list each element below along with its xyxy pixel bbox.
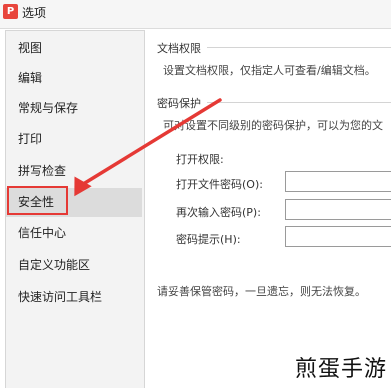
security-highlight-box: [7, 186, 68, 215]
watermark-text: 煎蛋手游: [294, 357, 387, 382]
password-warning-note: 请妥善保管密码，一旦遗忘，则无法恢复。: [157, 285, 366, 298]
sidebar-item-general-save[interactable]: 常规与保存: [6, 94, 142, 123]
sidebar-item-print[interactable]: 打印: [6, 125, 142, 154]
password-protection-description: 可对设置不同级别的密码保护，可以为您的文: [163, 119, 383, 132]
sidebar-item-edit[interactable]: 编辑: [6, 64, 142, 93]
password-protection-divider: [207, 102, 391, 103]
doc-permission-divider: [207, 47, 391, 48]
confirm-password-input[interactable]: [285, 199, 391, 220]
app-logo-icon: P: [3, 4, 18, 19]
sidebar-item-view[interactable]: 视图: [6, 34, 142, 63]
open-password-input[interactable]: [285, 171, 391, 192]
password-hint-label: 密码提示(H):: [176, 233, 241, 246]
confirm-password-label: 再次输入密码(P):: [176, 206, 261, 219]
security-settings-panel: 文档权限 设置文档权限，仅指定人可查看/编辑文档。 密码保护 可对设置不同级别的…: [145, 29, 391, 387]
sidebar-item-trust-center[interactable]: 信任中心: [6, 219, 142, 248]
sidebar-item-customize-ribbon[interactable]: 自定义功能区: [6, 251, 142, 280]
window-title: 选项: [22, 6, 47, 20]
password-protection-title: 密码保护: [157, 97, 201, 110]
sidebar-item-quick-access-toolbar[interactable]: 快速访问工具栏: [6, 283, 142, 312]
title-bar: P 选项: [0, 0, 391, 29]
doc-permission-title: 文档权限: [157, 42, 201, 55]
doc-permission-description: 设置文档权限，仅指定人可查看/编辑文档。: [163, 64, 376, 77]
open-password-label: 打开文件密码(O):: [176, 178, 263, 191]
sidebar-item-spellcheck[interactable]: 拼写检查: [6, 157, 142, 186]
open-permission-label: 打开权限:: [176, 153, 224, 166]
password-hint-input[interactable]: [285, 226, 391, 247]
